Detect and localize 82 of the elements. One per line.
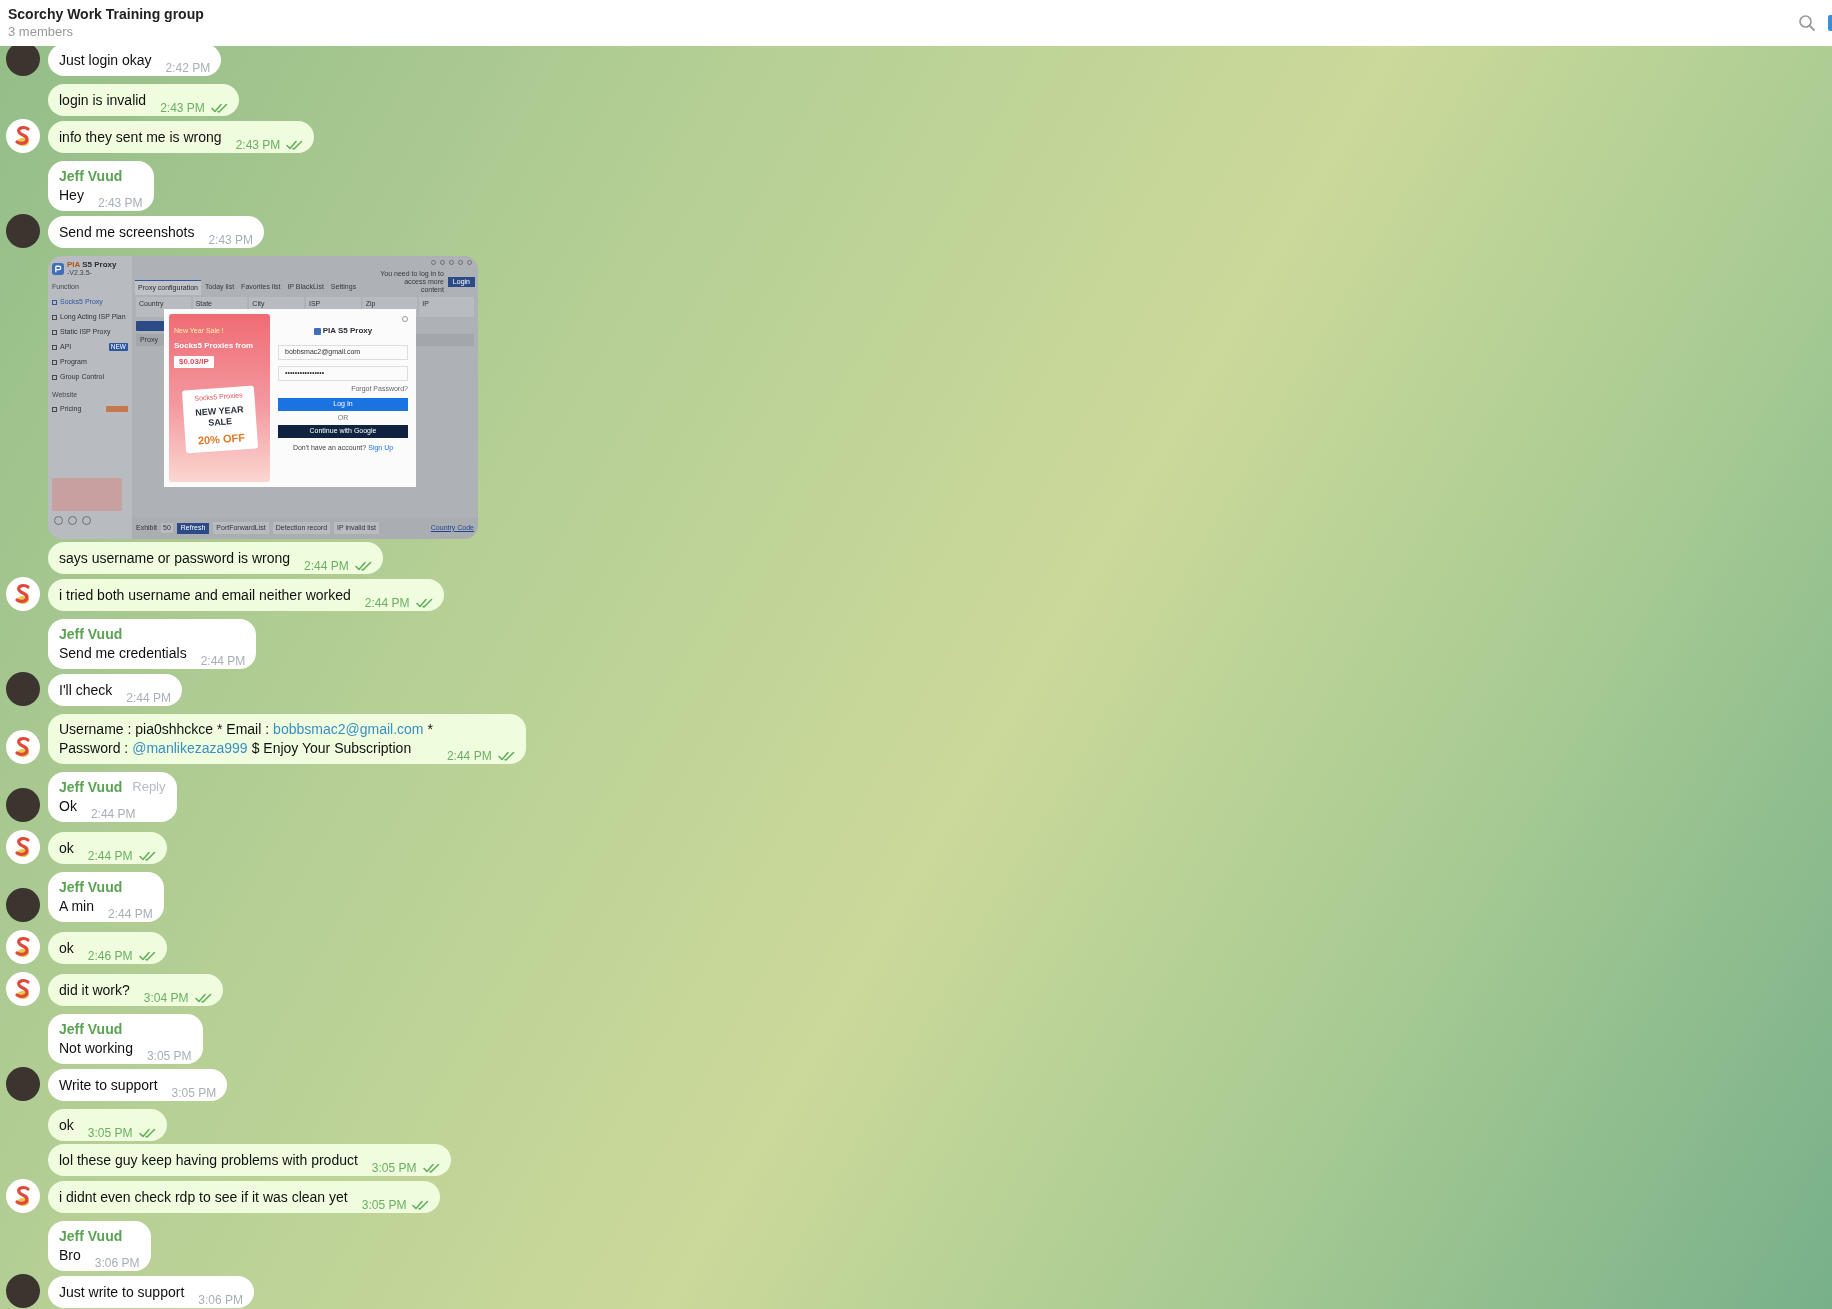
message-time: 2:43 PM: [208, 232, 254, 247]
logo-avatar[interactable]: [6, 830, 40, 864]
message-text: A min: [59, 896, 94, 916]
nav-icon: [52, 374, 57, 380]
message-text: ok: [59, 938, 74, 958]
user-avatar[interactable]: [6, 672, 40, 706]
message-time: 2:43 PM: [235, 137, 281, 152]
user-avatar[interactable]: [6, 788, 40, 822]
user-avatar[interactable]: [6, 1274, 40, 1308]
message-text: did it work?: [59, 980, 130, 1000]
message-time: 3:05 PM: [371, 1160, 417, 1175]
message-text: Ok: [59, 796, 77, 816]
message-time: 3:06 PM: [94, 1255, 140, 1270]
member-count: 3 members: [8, 23, 75, 41]
message-text: Send me credentials: [59, 643, 187, 663]
message-time: 2:44 PM: [200, 653, 246, 668]
message-time: 2:44 PM: [304, 558, 349, 573]
message-text: i didnt even check rdp to see if it was clean yet: [59, 1187, 348, 1207]
app-logo-icon: [52, 262, 64, 275]
message-text: Hey: [59, 185, 84, 205]
message-text: Username : pia0shhckce * Email :: [59, 719, 270, 739]
logo-avatar[interactable]: [6, 730, 40, 764]
search-icon[interactable]: [1798, 14, 1816, 32]
message-text: Not working: [59, 1038, 133, 1058]
nav-icon: [52, 299, 57, 305]
logo-avatar[interactable]: [6, 119, 40, 153]
message-time: 2:44 PM: [108, 906, 153, 921]
card-sale-text: NEW YEAR SALE: [193, 403, 245, 429]
message-time: 2:44 PM: [87, 848, 133, 863]
message-text: Send me screenshots: [59, 222, 195, 242]
message-text: Just login okay: [59, 50, 152, 70]
nav-icon: [52, 344, 57, 350]
logo-avatar[interactable]: [6, 577, 40, 611]
message-time: 3:05 PM: [146, 1048, 192, 1063]
user-avatar[interactable]: [6, 214, 40, 248]
message-time: 3:05 PM: [87, 1125, 133, 1140]
user-avatar[interactable]: [6, 888, 40, 922]
message-time: 2:42 PM: [165, 60, 211, 75]
logo-avatar[interactable]: [6, 930, 40, 964]
panel-edge: [1828, 15, 1832, 31]
message-text: Just write to support: [59, 1282, 185, 1302]
message-time: 2:44 PM: [90, 806, 136, 821]
message-time: 2:46 PM: [87, 948, 133, 963]
message-time: 3:06 PM: [198, 1292, 243, 1307]
logo-avatar[interactable]: [6, 1179, 40, 1213]
app-name: PIA S5 Proxy: [67, 260, 117, 269]
promo-thumbnail[interactable]: [52, 478, 122, 511]
message-text: ok: [59, 838, 74, 858]
message-text: info they sent me is wrong: [59, 127, 222, 147]
message-time: 2:43 PM: [160, 100, 205, 115]
message-text: ok: [59, 1115, 74, 1135]
price-tag: [106, 406, 128, 412]
message-text: login is invalid: [59, 90, 147, 110]
message-text: *: [427, 719, 433, 739]
message-text: Password :: [59, 739, 129, 758]
message-time: 2:44 PM: [126, 690, 171, 705]
message-text: says username or password is wrong: [59, 548, 291, 568]
user-avatar[interactable]: [6, 46, 40, 76]
promo-headline: Socks5 Proxies from: [174, 339, 255, 352]
user-avatar[interactable]: [6, 1067, 40, 1101]
nav-icon: [52, 314, 57, 320]
chat-title: Scorchy Work Training group: [8, 5, 204, 23]
message-time: 3:04 PM: [143, 990, 189, 1005]
message-text: i tried both username and email neither worked: [59, 585, 351, 605]
message-time: 3:05 PM: [171, 1085, 217, 1100]
message-text: $ Enjoy Your Subscription: [251, 739, 412, 758]
message-text: Write to support: [59, 1075, 158, 1095]
price-label: $0.03/IP: [174, 355, 214, 368]
nav-icon: [52, 359, 57, 365]
message-text: Bro: [59, 1245, 81, 1265]
logo-avatar[interactable]: [6, 972, 40, 1006]
message-time: 2:44 PM: [364, 595, 410, 610]
nav-icon: [52, 329, 57, 335]
message-time: 2:43 PM: [97, 195, 143, 210]
brand-logo-icon: [313, 327, 321, 335]
message-text: lol these guy keep having problems with product: [59, 1150, 358, 1170]
discount-text: 20% OFF: [197, 429, 246, 448]
screenshot-image[interactable]: [48, 256, 478, 539]
message-time: 2:44 PM: [446, 748, 492, 763]
message-time: 3:05 PM: [361, 1197, 407, 1212]
brand-name: PIA S5 Proxy: [322, 325, 373, 337]
message-text: I'll check: [59, 680, 113, 700]
